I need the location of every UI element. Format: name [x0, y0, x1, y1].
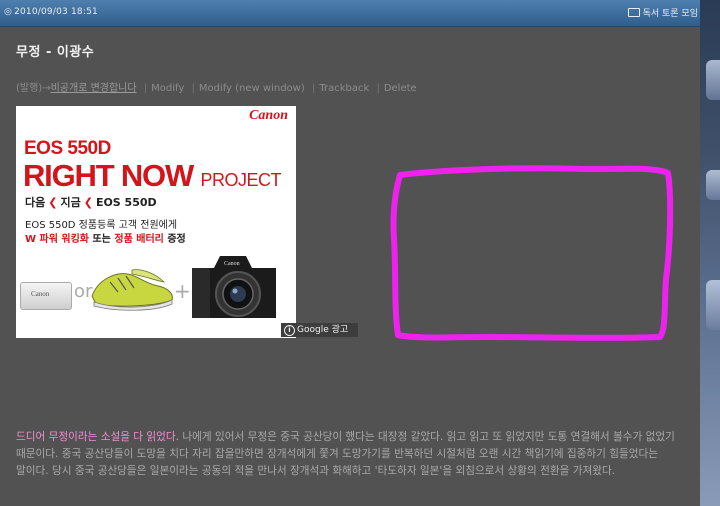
svg-text:Canon: Canon — [224, 261, 240, 267]
ad-sub-model: EOS 550D — [95, 196, 157, 209]
edge-highlight — [706, 280, 720, 330]
make-private-link[interactable]: 비공개로 변경합니다 — [51, 83, 137, 94]
folder-icon — [627, 8, 640, 17]
ad-offer-line: EOS 550D 정품등록 고객 전원에게 — [25, 220, 178, 231]
delete-link[interactable]: Delete — [384, 83, 417, 94]
post-title: 무정 - 이광수 — [16, 45, 95, 60]
canon-logo: Canon — [249, 108, 288, 123]
edge-highlight — [706, 60, 720, 100]
google-ad-text: Google 광고 — [297, 325, 349, 335]
post-date-text: 2010/09/03 18:51 — [14, 7, 98, 17]
separator: | — [376, 83, 380, 94]
ad-gift-battery: 정품 배터리 — [114, 234, 164, 245]
ad-gift-shoes: W 파워 워킹화 — [25, 234, 89, 245]
ad-gift-line: W 파워 워킹화 또는 정품 배터리 증정 — [25, 230, 186, 245]
category-link[interactable]: 독서 토론 모임 — [627, 6, 698, 19]
canon-ad-banner[interactable]: Canon EOS 550D RIGHT NOW PROJECT 다음 ❮ 지금 ❮ E… — [16, 106, 296, 338]
separator: | — [191, 83, 195, 94]
window-edge-background — [700, 0, 720, 506]
chevron-left-icon: ❮ — [48, 196, 58, 209]
separator: | — [143, 83, 148, 94]
battery-label: Canon — [31, 290, 50, 298]
post-header-bar: ◎ 2010/09/03 18:51 독서 토론 모임 — [0, 0, 700, 27]
ad-subline: 다음 ❮ 지금 ❮ EOS 550D — [25, 194, 157, 210]
ad-headline-small: PROJECT — [200, 170, 281, 190]
edge-highlight — [706, 170, 720, 200]
camera-image: Canon — [192, 256, 276, 318]
ad-gift-or: 또는 — [89, 234, 115, 245]
google-ad-label[interactable]: i Google 광고 — [281, 323, 358, 337]
separator: | — [311, 83, 316, 94]
modify-link[interactable]: Modify — [151, 83, 184, 94]
ad-headline: RIGHT NOW PROJECT — [23, 158, 281, 194]
chevron-left-icon: ❮ — [83, 196, 93, 209]
body-highlight: 드디어 무정이라는 소설을 다 읽었다. — [16, 431, 180, 443]
ad-sub-now: 지금 — [60, 196, 81, 209]
post-date: ◎ 2010/09/03 18:51 — [4, 7, 98, 17]
post-body: 드디어 무정이라는 소설을 다 읽었다. 나에게 있어서 무정은 중국 공산당이… — [16, 429, 678, 480]
shoe-image — [91, 269, 173, 311]
post-content: 무정 - 이광수 (발행)→비공개로 변경합니다 | Modify | Modify… — [0, 27, 700, 506]
modify-new-window-link[interactable]: Modify (new window) — [199, 83, 305, 94]
ad-gift-suffix: 증정 — [163, 234, 186, 245]
pink-drawing-rectangle — [390, 165, 674, 341]
ad-model: EOS 550D — [24, 138, 111, 159]
trackback-link[interactable]: Trackback — [319, 83, 369, 94]
privacy-status: (발행)→ — [16, 83, 51, 94]
battery-image: Canon — [20, 282, 72, 310]
info-icon: i — [284, 325, 295, 336]
ad-sub-next: 다음 — [25, 196, 46, 209]
ad-headline-main: RIGHT NOW — [23, 158, 194, 193]
post-meta-actions: (발행)→비공개로 변경합니다 | Modify | Modify (new win… — [16, 79, 417, 94]
category-label[interactable]: 독서 토론 모임 — [643, 9, 698, 19]
clock-icon: ◎ — [4, 7, 13, 17]
